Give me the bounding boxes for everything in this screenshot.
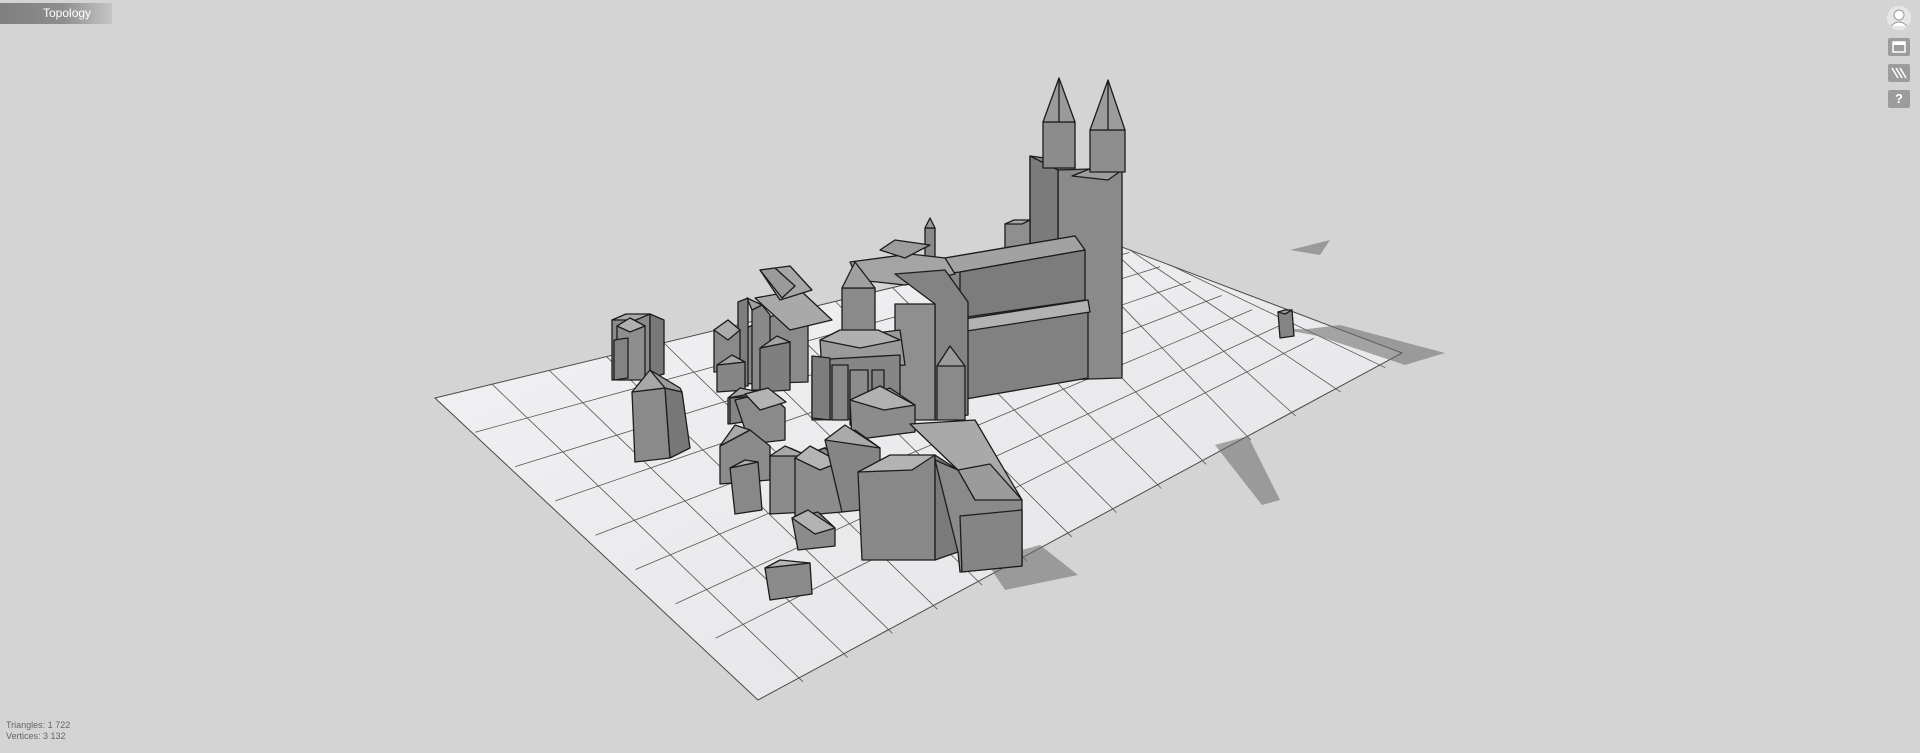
window-glyph bbox=[1892, 41, 1906, 53]
viewer-toolbar: ? bbox=[1886, 6, 1912, 116]
vertices-count: Vertices: 3 132 bbox=[6, 731, 66, 741]
window-icon[interactable] bbox=[1888, 38, 1910, 56]
hatching-icon[interactable] bbox=[1888, 64, 1910, 82]
scene-canvas[interactable] bbox=[0, 0, 1920, 748]
avatar-glyph bbox=[1890, 9, 1908, 27]
avatar-icon[interactable] bbox=[1887, 6, 1911, 30]
triangles-count: Triangles: 1 722 bbox=[6, 720, 71, 730]
3d-viewport[interactable] bbox=[0, 0, 1920, 748]
hatching-glyph bbox=[1891, 67, 1907, 79]
help-icon[interactable]: ? bbox=[1888, 90, 1910, 108]
scene-stats: Triangles: 1 722 Vertices: 3 132 bbox=[6, 720, 70, 742]
tab-topology[interactable]: Topology bbox=[0, 3, 112, 24]
